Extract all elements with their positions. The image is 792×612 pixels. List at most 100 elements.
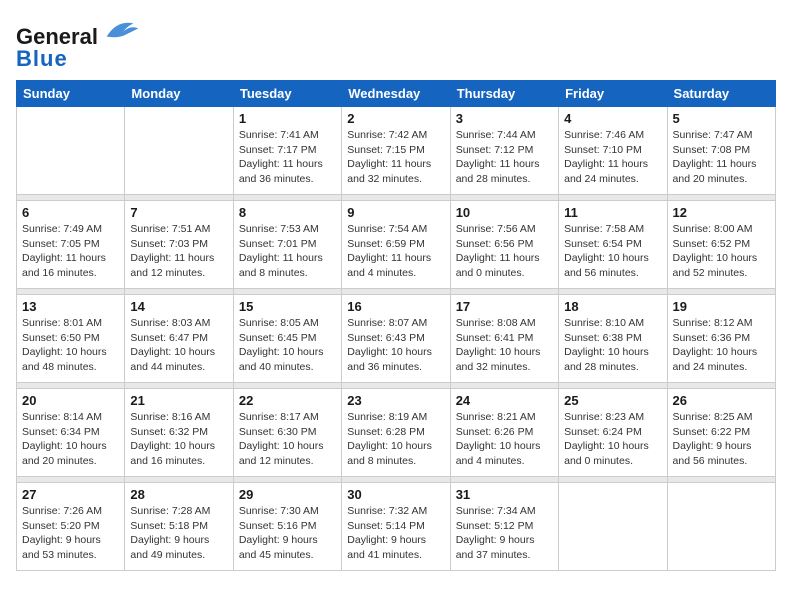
day-detail: Sunrise: 7:28 AMSunset: 5:18 PMDaylight:…: [130, 504, 227, 563]
day-number: 11: [564, 205, 661, 220]
day-number: 25: [564, 393, 661, 408]
page-header: General Blue: [16, 16, 776, 72]
day-number: 24: [456, 393, 553, 408]
col-header-saturday: Saturday: [667, 81, 775, 107]
day-detail: Sunrise: 8:08 AMSunset: 6:41 PMDaylight:…: [456, 316, 553, 375]
week-row-0: 1 Sunrise: 7:41 AMSunset: 7:17 PMDaylight…: [17, 107, 776, 195]
day-detail: Sunrise: 7:53 AMSunset: 7:01 PMDaylight:…: [239, 222, 336, 281]
day-number: 1: [239, 111, 336, 126]
day-number: 7: [130, 205, 227, 220]
calendar-cell: 12Sunrise: 8:00 AMSunset: 6:52 PMDayligh…: [667, 201, 775, 289]
day-number: 3: [456, 111, 553, 126]
day-detail: Sunrise: 8:19 AMSunset: 6:28 PMDaylight:…: [347, 410, 444, 469]
day-detail: Sunrise: 8:10 AMSunset: 6:38 PMDaylight:…: [564, 316, 661, 375]
logo: General Blue: [16, 16, 140, 72]
calendar-cell: 9 Sunrise: 7:54 AMSunset: 6:59 PMDaylight…: [342, 201, 450, 289]
calendar-header-row: SundayMondayTuesdayWednesdayThursdayFrid…: [17, 81, 776, 107]
calendar-cell: 15 Sunrise: 8:05 AMSunset: 6:45 PMDayligh…: [233, 295, 341, 383]
calendar-cell: 1 Sunrise: 7:41 AMSunset: 7:17 PMDaylight…: [233, 107, 341, 195]
calendar-cell: [667, 483, 775, 571]
day-number: 28: [130, 487, 227, 502]
day-detail: Sunrise: 7:32 AMSunset: 5:14 PMDaylight:…: [347, 504, 444, 563]
day-number: 10: [456, 205, 553, 220]
day-number: 5: [673, 111, 770, 126]
calendar-cell: 17 Sunrise: 8:08 AMSunset: 6:41 PMDayligh…: [450, 295, 558, 383]
col-header-tuesday: Tuesday: [233, 81, 341, 107]
day-number: 13: [22, 299, 119, 314]
day-number: 27: [22, 487, 119, 502]
day-detail: Sunrise: 7:51 AMSunset: 7:03 PMDaylight:…: [130, 222, 227, 281]
calendar-cell: 24 Sunrise: 8:21 AMSunset: 6:26 PMDayligh…: [450, 389, 558, 477]
day-detail: Sunrise: 7:56 AMSunset: 6:56 PMDaylight:…: [456, 222, 553, 281]
calendar-cell: 20 Sunrise: 8:14 AMSunset: 6:34 PMDayligh…: [17, 389, 125, 477]
logo-bird-icon: [100, 16, 140, 44]
day-detail: Sunrise: 8:07 AMSunset: 6:43 PMDaylight:…: [347, 316, 444, 375]
day-detail: Sunrise: 8:25 AMSunset: 6:22 PMDaylight:…: [673, 410, 770, 469]
col-header-wednesday: Wednesday: [342, 81, 450, 107]
day-detail: Sunrise: 7:30 AMSunset: 5:16 PMDaylight:…: [239, 504, 336, 563]
day-number: 19: [673, 299, 770, 314]
day-detail: Sunrise: 7:42 AMSunset: 7:15 PMDaylight:…: [347, 128, 444, 187]
calendar-cell: 8Sunrise: 7:53 AMSunset: 7:01 PMDaylight…: [233, 201, 341, 289]
week-row-3: 20 Sunrise: 8:14 AMSunset: 6:34 PMDayligh…: [17, 389, 776, 477]
day-number: 20: [22, 393, 119, 408]
col-header-friday: Friday: [559, 81, 667, 107]
calendar-cell: 4 Sunrise: 7:46 AMSunset: 7:10 PMDaylight…: [559, 107, 667, 195]
day-detail: Sunrise: 8:17 AMSunset: 6:30 PMDaylight:…: [239, 410, 336, 469]
day-detail: Sunrise: 7:46 AMSunset: 7:10 PMDaylight:…: [564, 128, 661, 187]
day-number: 29: [239, 487, 336, 502]
day-detail: Sunrise: 7:54 AMSunset: 6:59 PMDaylight:…: [347, 222, 444, 281]
day-number: 6: [22, 205, 119, 220]
calendar-cell: 13Sunrise: 8:01 AMSunset: 6:50 PMDayligh…: [17, 295, 125, 383]
day-detail: Sunrise: 7:58 AMSunset: 6:54 PMDaylight:…: [564, 222, 661, 281]
day-number: 4: [564, 111, 661, 126]
calendar-cell: [125, 107, 233, 195]
calendar-cell: 6 Sunrise: 7:49 AMSunset: 7:05 PMDaylight…: [17, 201, 125, 289]
calendar-cell: 18 Sunrise: 8:10 AMSunset: 6:38 PMDayligh…: [559, 295, 667, 383]
calendar-table: SundayMondayTuesdayWednesdayThursdayFrid…: [16, 80, 776, 571]
logo-text: General: [16, 16, 140, 50]
week-row-4: 27 Sunrise: 7:26 AMSunset: 5:20 PMDayligh…: [17, 483, 776, 571]
day-number: 31: [456, 487, 553, 502]
calendar-cell: 2 Sunrise: 7:42 AMSunset: 7:15 PMDaylight…: [342, 107, 450, 195]
calendar-cell: 25 Sunrise: 8:23 AMSunset: 6:24 PMDayligh…: [559, 389, 667, 477]
calendar-cell: 3Sunrise: 7:44 AMSunset: 7:12 PMDaylight…: [450, 107, 558, 195]
calendar-cell: 16 Sunrise: 8:07 AMSunset: 6:43 PMDayligh…: [342, 295, 450, 383]
logo-blue: Blue: [16, 46, 68, 71]
day-detail: Sunrise: 7:26 AMSunset: 5:20 PMDaylight:…: [22, 504, 119, 563]
day-detail: Sunrise: 8:05 AMSunset: 6:45 PMDaylight:…: [239, 316, 336, 375]
calendar-cell: 30 Sunrise: 7:32 AMSunset: 5:14 PMDayligh…: [342, 483, 450, 571]
col-header-monday: Monday: [125, 81, 233, 107]
calendar-cell: 19 Sunrise: 8:12 AMSunset: 6:36 PMDayligh…: [667, 295, 775, 383]
day-detail: Sunrise: 8:12 AMSunset: 6:36 PMDaylight:…: [673, 316, 770, 375]
calendar-cell: 11 Sunrise: 7:58 AMSunset: 6:54 PMDayligh…: [559, 201, 667, 289]
day-number: 18: [564, 299, 661, 314]
week-row-1: 6 Sunrise: 7:49 AMSunset: 7:05 PMDaylight…: [17, 201, 776, 289]
calendar-cell: 29 Sunrise: 7:30 AMSunset: 5:16 PMDayligh…: [233, 483, 341, 571]
col-header-thursday: Thursday: [450, 81, 558, 107]
day-detail: Sunrise: 7:49 AMSunset: 7:05 PMDaylight:…: [22, 222, 119, 281]
calendar-cell: 7 Sunrise: 7:51 AMSunset: 7:03 PMDaylight…: [125, 201, 233, 289]
calendar-cell: 31Sunrise: 7:34 AMSunset: 5:12 PMDayligh…: [450, 483, 558, 571]
day-detail: Sunrise: 8:23 AMSunset: 6:24 PMDaylight:…: [564, 410, 661, 469]
day-number: 26: [673, 393, 770, 408]
calendar-cell: 27 Sunrise: 7:26 AMSunset: 5:20 PMDayligh…: [17, 483, 125, 571]
calendar-cell: 26 Sunrise: 8:25 AMSunset: 6:22 PMDayligh…: [667, 389, 775, 477]
day-detail: Sunrise: 7:41 AMSunset: 7:17 PMDaylight:…: [239, 128, 336, 187]
day-detail: Sunrise: 8:21 AMSunset: 6:26 PMDaylight:…: [456, 410, 553, 469]
day-detail: Sunrise: 8:03 AMSunset: 6:47 PMDaylight:…: [130, 316, 227, 375]
calendar-cell: 5Sunrise: 7:47 AMSunset: 7:08 PMDaylight…: [667, 107, 775, 195]
day-number: 21: [130, 393, 227, 408]
day-number: 9: [347, 205, 444, 220]
day-number: 17: [456, 299, 553, 314]
calendar-cell: [559, 483, 667, 571]
day-number: 2: [347, 111, 444, 126]
calendar-cell: [17, 107, 125, 195]
calendar-cell: 21Sunrise: 8:16 AMSunset: 6:32 PMDayligh…: [125, 389, 233, 477]
calendar-cell: 28 Sunrise: 7:28 AMSunset: 5:18 PMDayligh…: [125, 483, 233, 571]
calendar-cell: 14Sunrise: 8:03 AMSunset: 6:47 PMDayligh…: [125, 295, 233, 383]
day-detail: Sunrise: 8:14 AMSunset: 6:34 PMDaylight:…: [22, 410, 119, 469]
day-number: 30: [347, 487, 444, 502]
day-number: 16: [347, 299, 444, 314]
day-number: 15: [239, 299, 336, 314]
